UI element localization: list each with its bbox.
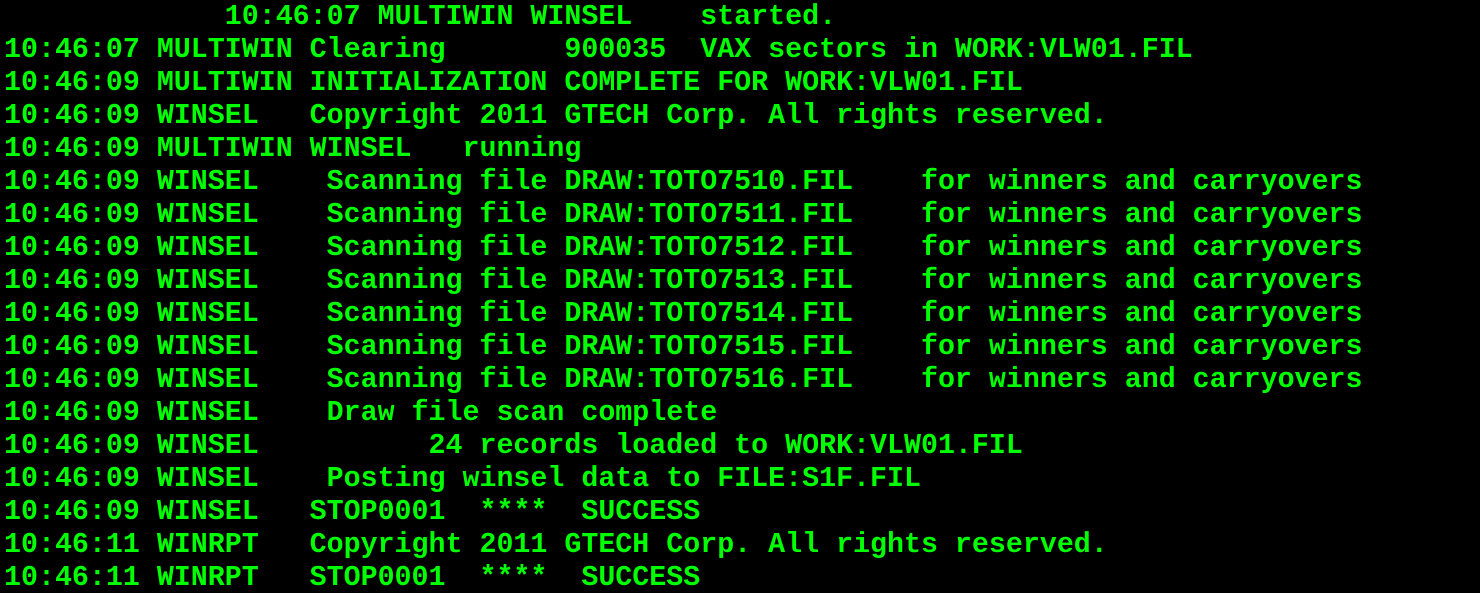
console-line: 10:46:09 MULTIWIN WINSEL running	[4, 133, 582, 165]
console-line: 10:46:09 WINSEL Scanning file DRAW:TOTO7…	[4, 232, 1363, 264]
terminal-console[interactable]: 10:46:07 MULTIWIN WINSEL started. 10:46:…	[0, 0, 1480, 593]
console-line: 10:46:09 MULTIWIN INITIALIZATION COMPLET…	[4, 67, 1023, 99]
console-line: 10:46:07 MULTIWIN WINSEL started.	[4, 1, 837, 33]
console-line: 10:46:11 WINRPT STOP0001 **** SUCCESS	[4, 562, 701, 593]
console-line: 10:46:09 WINSEL Scanning file DRAW:TOTO7…	[4, 331, 1363, 363]
console-line: 10:46:11 WINRPT Copyright 2011 GTECH Cor…	[4, 529, 1108, 561]
console-line: 10:46:09 WINSEL Scanning file DRAW:TOTO7…	[4, 166, 1363, 198]
console-line: 10:46:09 WINSEL Posting winsel data to F…	[4, 463, 921, 495]
console-line: 10:46:09 WINSEL STOP0001 **** SUCCESS	[4, 496, 701, 528]
console-line: 10:46:07 MULTIWIN Clearing 900035 VAX se…	[4, 34, 1193, 66]
console-line: 10:46:09 WINSEL Scanning file DRAW:TOTO7…	[4, 364, 1363, 396]
console-line: 10:46:09 WINSEL 24 records loaded to WOR…	[4, 430, 1023, 462]
console-line: 10:46:09 WINSEL Copyright 2011 GTECH Cor…	[4, 100, 1108, 132]
console-line: 10:46:09 WINSEL Scanning file DRAW:TOTO7…	[4, 265, 1363, 297]
console-line: 10:46:09 WINSEL Draw file scan complete	[4, 397, 718, 429]
console-line: 10:46:09 WINSEL Scanning file DRAW:TOTO7…	[4, 298, 1363, 330]
console-line: 10:46:09 WINSEL Scanning file DRAW:TOTO7…	[4, 199, 1363, 231]
